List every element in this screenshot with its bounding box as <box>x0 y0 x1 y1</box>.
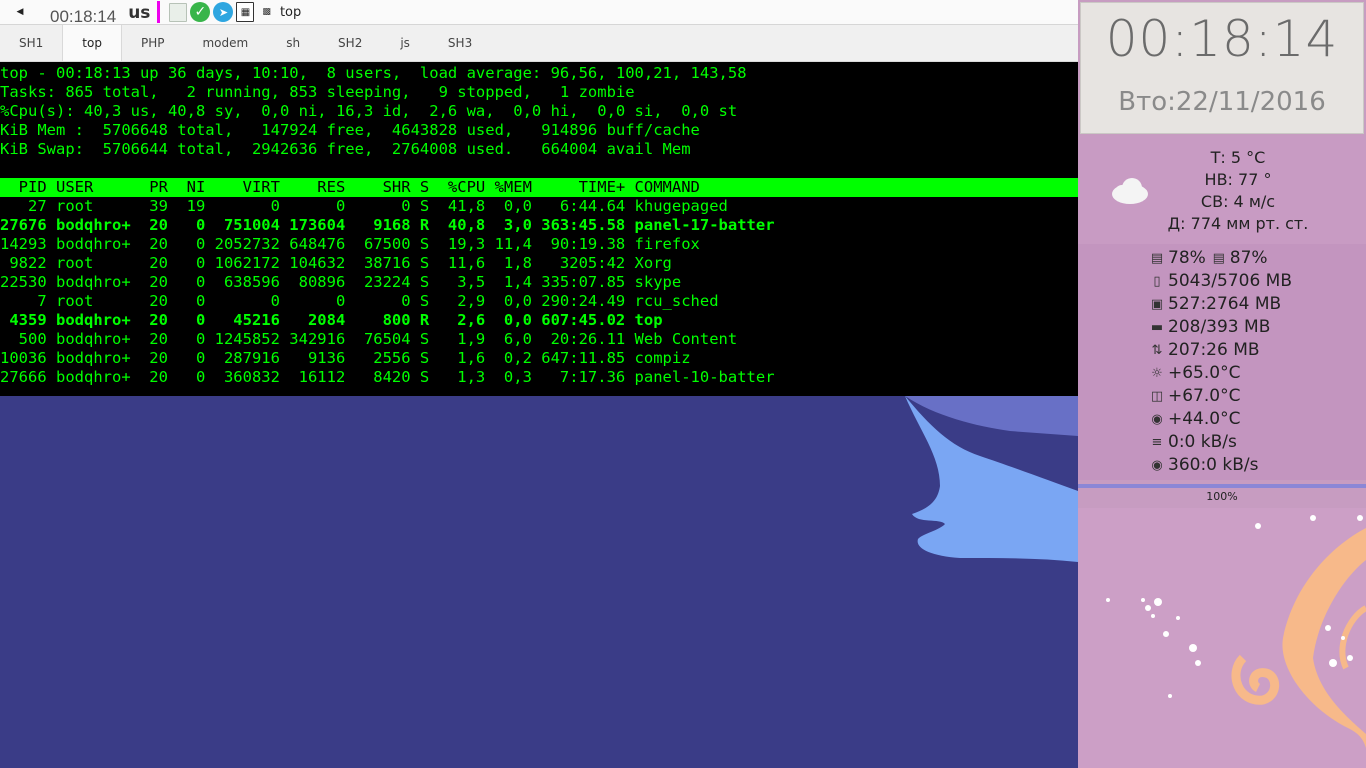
telegram-icon[interactable]: ➤ <box>213 2 234 22</box>
keyboard-layout-indicator[interactable]: us <box>128 3 150 23</box>
process-row: 500 bodqhro+ 20 0 1245852 342916 76504 S… <box>0 330 738 348</box>
pager-icon[interactable]: ▦ <box>236 2 255 22</box>
process-row: 22530 bodqhro+ 20 0 638596 80896 23224 S… <box>0 273 682 291</box>
ram-value: 5043/5706 MB <box>1168 271 1292 291</box>
net-down-value: 360:0 kB/s <box>1168 455 1259 475</box>
summary-line: Tasks: 865 total, 2 running, 853 sleepin… <box>0 83 635 101</box>
ram-row: ▯ 5043/5706 MB <box>1148 270 1292 292</box>
panel-clock[interactable]: 00:18:14 <box>50 7 116 27</box>
net-up-value: 0:0 kB/s <box>1168 432 1237 452</box>
video-memory-value: 208/393 MB <box>1168 317 1271 337</box>
cpu-row: ▤ 78% ▤ 87% <box>1148 247 1268 269</box>
disc-icon: ◉ <box>1151 411 1163 427</box>
net-down-row: ◉ 360:0 kB/s <box>1148 454 1259 476</box>
cpu-graph-icon: ▤ <box>1212 250 1225 266</box>
tab-php[interactable]: PHP <box>122 25 184 61</box>
notes-icon[interactable] <box>169 2 188 22</box>
battery-bar <box>1078 484 1366 488</box>
hdd-temp-row: ◉ +44.0°C <box>1148 408 1240 430</box>
weather-wind: СВ: 4 м/с <box>1200 192 1276 211</box>
net-up-row: ≡ 0:0 kB/s <box>1148 431 1237 453</box>
process-row: 27676 bodqhro+ 20 0 751004 173604 9168 R… <box>0 216 775 234</box>
process-row: 27666 bodqhro+ 20 0 360832 16112 8420 S … <box>0 368 775 386</box>
cpu-temp-row: ☼ +65.0°C <box>1148 362 1240 384</box>
gpu-temp-value: +67.0°C <box>1168 386 1241 406</box>
hdd-temp-value: +44.0°C <box>1168 409 1241 429</box>
tab-sh1[interactable]: SH1 <box>0 25 62 61</box>
conky-clock: 00:18:14 Вто:22/11/2016 <box>1080 2 1364 134</box>
check-icon[interactable]: ✓ <box>190 2 211 22</box>
upload-icon: ≡ <box>1151 434 1163 450</box>
process-table-header: PID USER PR NI VIRT RES SHR S %CPU %MEM … <box>0 178 1078 197</box>
terminal-icon: ▩ <box>262 7 271 17</box>
tab-js[interactable]: js <box>381 25 429 61</box>
swap-row: ▣ 527:2764 MB <box>1148 293 1281 315</box>
speaker-icon[interactable]: ◀ <box>12 7 28 17</box>
floppy-icon: ▣ <box>1150 296 1164 312</box>
battery-bar-fill <box>1078 484 1366 488</box>
weather-direction: НВ: 77 ° <box>1204 170 1272 189</box>
tab-sh3[interactable]: SH3 <box>429 25 491 61</box>
video-card-icon: ▬ <box>1150 319 1164 335</box>
summary-line: top - 00:18:13 up 36 days, 10:10, 8 user… <box>0 64 747 82</box>
process-row: 27 root 39 19 0 0 0 S 41,8 0,0 6:44.64 k… <box>0 197 728 215</box>
system-stats: ▤ 78% ▤ 87% ▯ 5043/5706 MB ▣ 527:2764 MB… <box>1078 244 1366 480</box>
cpu2-value: 87% <box>1229 248 1268 268</box>
summary-line: KiB Mem : 5706648 total, 147924 free, 46… <box>0 121 700 139</box>
sun-icon: ☼ <box>1151 365 1163 381</box>
transfer-icon: ⇅ <box>1151 342 1163 358</box>
speaker-box-icon: ◉ <box>1151 457 1163 473</box>
tab-sh[interactable]: sh <box>267 25 319 61</box>
terminal-output[interactable]: top - 00:18:13 up 36 days, 10:10, 8 user… <box>0 62 1078 396</box>
conky-time: 00:18:14 <box>1105 10 1339 68</box>
conky-panel: 00:18:14 Вто:22/11/2016 Т: 5 °C НВ: 77 °… <box>1078 0 1366 768</box>
process-table: 27 root 39 19 0 0 0 S 41,8 0,0 6:44.64 k… <box>0 197 1078 387</box>
process-row: 14293 bodqhro+ 20 0 2052732 648476 67500… <box>0 235 700 253</box>
weather-pressure: Д: 774 мм рт. ст. <box>1167 214 1309 233</box>
weather-widget: Т: 5 °C НВ: 77 ° СВ: 4 м/с Д: 774 мм рт.… <box>1078 136 1366 244</box>
tab-top[interactable]: top <box>62 25 122 61</box>
process-row: 7 root 20 0 0 0 0 S 2,9 0,0 290:24.49 rc… <box>0 292 719 310</box>
conky-date: Вто:22/11/2016 <box>1118 87 1326 117</box>
process-row: 9822 root 20 0 1062172 104632 38716 S 11… <box>0 254 672 272</box>
tab-sh2[interactable]: SH2 <box>319 25 381 61</box>
top-panel: ◀ 00:18:14 us ✓ ➤ ▦ ▩ top <box>0 0 1078 27</box>
tab-modem[interactable]: modem <box>183 25 267 61</box>
weather-temperature: Т: 5 °C <box>1210 148 1266 167</box>
terminal-tab-bar: SH1 top PHP modem sh SH2 js SH3 <box>0 25 1078 62</box>
cpu1-value: 78% <box>1168 248 1206 268</box>
gpu-temp-row: ◫ +67.0°C <box>1148 385 1241 407</box>
process-row: 10036 bodqhro+ 20 0 287916 9136 2556 S 1… <box>0 349 691 367</box>
top-summary: top - 00:18:13 up 36 days, 10:10, 8 user… <box>0 62 1078 159</box>
summary-line: KiB Swap: 5706644 total, 2942636 free, 2… <box>0 140 691 158</box>
cpu-graph-icon: ▤ <box>1150 250 1164 266</box>
active-window-title[interactable]: top <box>280 5 301 20</box>
summary-line: %Cpu(s): 40,3 us, 40,8 sy, 0,0 ni, 16,3 … <box>0 102 738 120</box>
desktop-wallpaper <box>0 396 1078 768</box>
process-row: 4359 bodqhro+ 20 0 45216 2084 800 R 2,6 … <box>0 311 663 329</box>
video-memory-row: ▬ 208/393 MB <box>1148 316 1271 338</box>
cpu-temp-value: +65.0°C <box>1168 363 1241 383</box>
disk-value: 207:26 MB <box>1168 340 1260 360</box>
swap-value: 527:2764 MB <box>1168 294 1282 314</box>
disk-row: ⇅ 207:26 MB <box>1148 339 1260 361</box>
memory-icon: ▯ <box>1153 273 1161 289</box>
gamepad-icon: ◫ <box>1150 388 1164 404</box>
battery-percentage: 100% <box>1206 490 1238 503</box>
conky-wallpaper <box>1078 508 1366 768</box>
panel-separator <box>157 1 161 23</box>
